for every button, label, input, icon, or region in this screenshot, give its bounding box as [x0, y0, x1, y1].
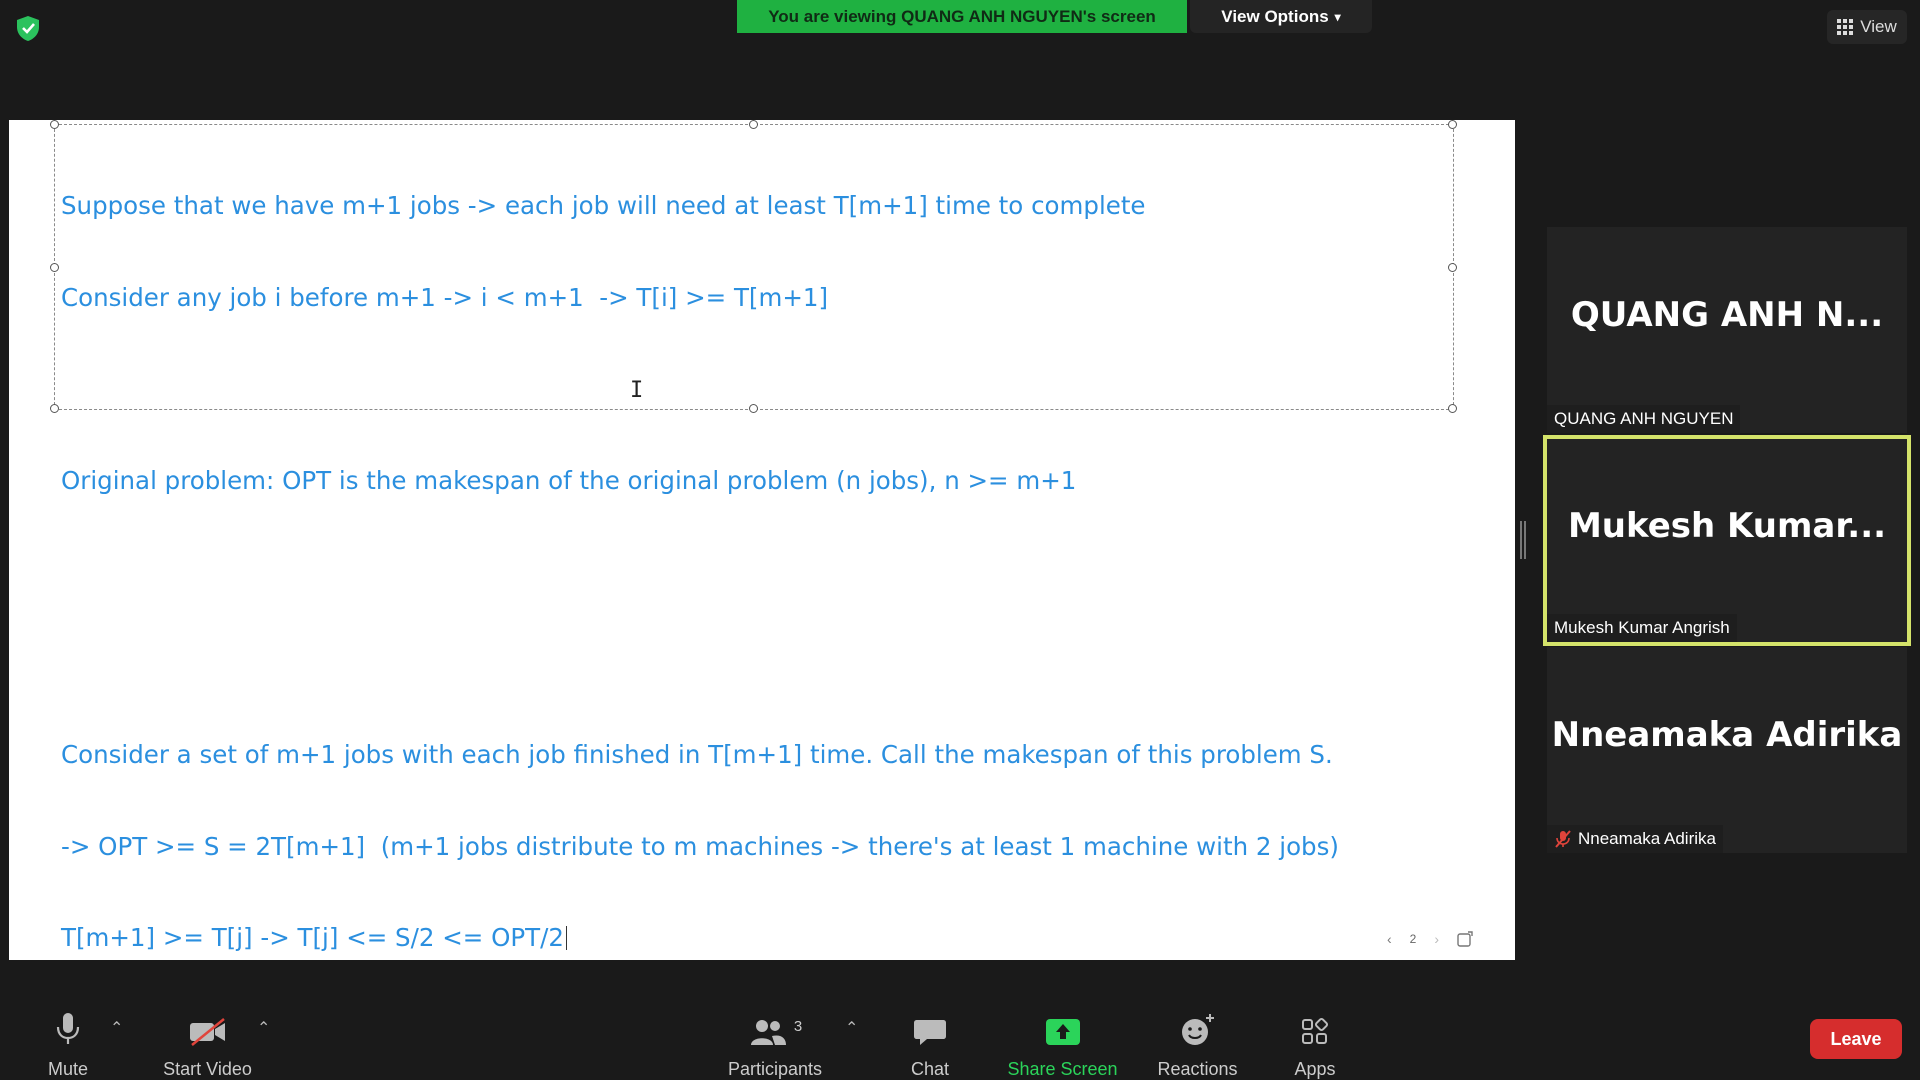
view-options-button[interactable]: View Options ▾ — [1190, 0, 1372, 33]
resize-handle[interactable] — [50, 404, 59, 413]
page-navigation: ‹ 2 › — [1387, 928, 1507, 950]
resize-handle[interactable] — [1448, 120, 1457, 129]
reactions-label: Reactions — [1157, 1059, 1238, 1079]
leave-button[interactable]: Leave — [1810, 1019, 1902, 1059]
share-screen-icon — [1045, 1019, 1080, 1045]
participants-label: Participants — [727, 1059, 823, 1079]
participant-display-name: Nneamaka Adirika — [1551, 715, 1903, 755]
note-line: T[m+1] >= T[j] -> T[j] <= S/2 <= OPT/2 — [61, 923, 564, 952]
video-off-icon — [189, 1018, 225, 1046]
reactions-button[interactable]: Reactions — [1150, 980, 1245, 1080]
share-screen-label: Share Screen — [1007, 1059, 1118, 1079]
leave-label: Leave — [1830, 1028, 1882, 1049]
page-number: 2 — [1409, 932, 1417, 946]
participant-name: Mukesh Kumar Angrish — [1554, 618, 1730, 637]
participant-name-label: Nneamaka Adirika — [1547, 825, 1723, 853]
view-options-label: View Options — [1221, 6, 1329, 26]
resize-handle[interactable] — [50, 120, 59, 129]
video-tile[interactable]: Nneamaka Adirika Nneamaka Adirika — [1547, 647, 1907, 853]
security-shield-icon[interactable] — [14, 14, 42, 42]
chat-button[interactable]: Chat — [900, 980, 960, 1080]
video-options-chevron-icon[interactable]: ⌃ — [257, 1018, 270, 1038]
apps-button[interactable]: Apps — [1290, 980, 1340, 1080]
resize-handle[interactable] — [1448, 263, 1457, 272]
participants-icon — [750, 1020, 786, 1045]
grid-icon — [1837, 19, 1854, 35]
view-label: View — [1860, 17, 1897, 36]
start-video-button[interactable]: Start Video — [155, 980, 260, 1080]
note-line: -> OPT >= S = 2T[m+1] (m+1 jobs distribu… — [61, 831, 1339, 861]
viewing-banner: You are viewing QUANG ANH NGUYEN's scree… — [737, 0, 1187, 33]
video-tile-active-speaker[interactable]: Mukesh Kumar... Mukesh Kumar Angrish — [1543, 435, 1911, 646]
apps-icon — [1302, 1017, 1329, 1044]
share-screen-button[interactable]: Share Screen — [1005, 980, 1120, 1080]
resize-handle[interactable] — [749, 120, 758, 129]
apps-label: Apps — [1294, 1059, 1336, 1079]
note-line: Original problem: OPT is the makespan of… — [61, 465, 1077, 495]
shared-screen[interactable]: Suppose that we have m+1 jobs -> each jo… — [9, 120, 1515, 960]
mute-button[interactable]: Mute — [38, 980, 98, 1080]
resize-handle[interactable] — [50, 263, 59, 272]
note-line: Consider any job i before m+1 -> i < m+1… — [61, 282, 829, 312]
chevron-down-icon: ▾ — [1334, 9, 1341, 24]
participant-name: Nneamaka Adirika — [1578, 829, 1716, 848]
video-tile[interactable]: QUANG ANH N... QUANG ANH NGUYEN — [1547, 227, 1907, 433]
participant-name-label: QUANG ANH NGUYEN — [1547, 405, 1741, 433]
panel-splitter-handle[interactable] — [1520, 521, 1526, 559]
next-page-icon[interactable]: › — [1434, 931, 1439, 947]
new-page-icon[interactable] — [1457, 931, 1473, 947]
text-caret — [565, 926, 567, 950]
chat-icon — [914, 1020, 946, 1045]
audio-options-chevron-icon[interactable]: ⌃ — [110, 1018, 123, 1038]
prev-page-icon[interactable]: ‹ — [1387, 931, 1392, 947]
meeting-toolbar: Mute Start Video 3 Participants Chat Sha… — [0, 980, 1920, 1080]
participant-count: 3 — [793, 1018, 803, 1035]
note-line: Suppose that we have m+1 jobs -> each jo… — [61, 191, 1146, 220]
participant-display-name: QUANG ANH N... — [1570, 295, 1884, 335]
note-line-last: T[m+1] >= T[j] -> T[j] <= S/2 <= OPT/2 — [61, 923, 1339, 954]
resize-handle[interactable] — [1448, 404, 1457, 413]
note-line — [61, 557, 1339, 588]
participants-button[interactable]: 3 Participants — [720, 980, 830, 1080]
start-video-label: Start Video — [163, 1059, 252, 1079]
view-layout-button[interactable]: View — [1827, 10, 1907, 44]
microphone-icon — [56, 1013, 80, 1044]
participant-name: QUANG ANH NGUYEN — [1554, 409, 1734, 428]
note-text[interactable]: Suppose that we have m+1 jobs -> each jo… — [61, 130, 1339, 1015]
ibeam-cursor-icon: I — [630, 378, 644, 403]
participant-display-name: Mukesh Kumar... — [1567, 505, 1887, 546]
viewing-banner-text: You are viewing QUANG ANH NGUYEN's scree… — [768, 6, 1156, 26]
note-line — [61, 374, 1339, 405]
mute-label: Mute — [47, 1059, 89, 1079]
chat-label: Chat — [910, 1059, 950, 1079]
muted-mic-icon — [1555, 830, 1571, 848]
note-line — [61, 649, 1339, 680]
participants-options-chevron-icon[interactable]: ⌃ — [845, 1018, 858, 1038]
participant-name-label: Mukesh Kumar Angrish — [1547, 614, 1737, 642]
reactions-icon — [1181, 1014, 1214, 1045]
note-line: Consider a set of m+1 jobs with each job… — [61, 740, 1333, 769]
